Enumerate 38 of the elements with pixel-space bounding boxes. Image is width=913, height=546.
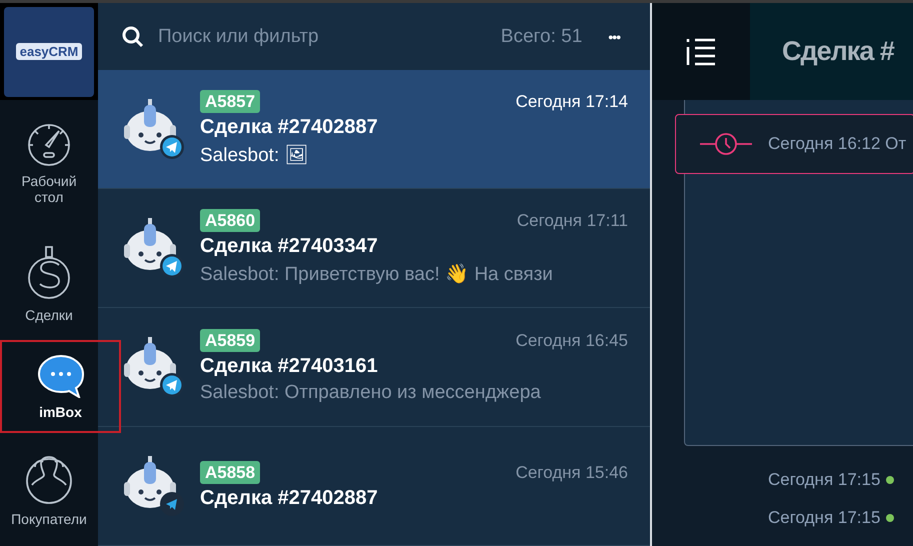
chat-id-badge: A5857 [200,90,260,112]
clock-icon [700,132,752,156]
speedometer-icon [27,123,71,167]
nav-item[interactable]: Покупатели [0,433,98,543]
message-time: Сегодня 17:15 [768,470,880,490]
chat-title: Сделка #27403347 [200,234,379,258]
message-time: Сегодня 17:15 [768,508,880,528]
chat-row[interactable]: A5858 Сегодня 15:46 Сделка #27402887 [98,427,650,546]
more-button[interactable]: ••• [608,28,620,44]
total-count: Всего: 51 [500,26,582,48]
robot-avatar-icon [122,97,186,161]
chat-time: Сегодня 15:46 [516,462,628,482]
chat-preview: Salesbot: Отправлено из мессенджера [200,382,542,404]
chat-id-badge: A5859 [200,328,260,352]
chat-row[interactable]: A5860 Сегодня 17:11 Сделка #27403347 Salesbot: Приветствую вас! 👋 На связи [98,189,650,308]
nav-item[interactable]: imBox [0,340,121,433]
nav-item[interactable]: Сделки [0,228,98,340]
chat-time: Сегодня 16:45 [516,330,628,350]
dollar-icon [27,245,71,301]
chat-title: Сделка #27402887 [200,116,379,138]
event-text: Сегодня 16:12 От [768,134,906,154]
chat-preview: Salesbot: 🖼 [200,144,310,166]
chat-title: Сделка #27402887 [200,486,379,510]
chat-row[interactable]: A5857 Сегодня 17:14 Сделка #27402887 Salesbot: 🖼 [98,70,650,189]
chat-title: Сделка #27403161 [200,354,379,378]
chat-preview: Salesbot: Приветствую вас! 👋 На связи [200,262,554,286]
search-field[interactable]: Поиск или фильтр [156,24,489,48]
chat-row[interactable]: A5859 Сегодня 16:45 Сделка #27403161 Salesbot: Отправлено из мессенджера [98,308,650,427]
deal-title: Сделка # [750,3,913,100]
chat-bubble-icon [36,354,84,398]
chat-id-badge: A5860 [200,208,260,232]
logo-text: easyCRM [16,43,82,60]
nav-item[interactable]: Рабочий стол [0,100,98,228]
chat-id-badge: A5858 [200,460,260,484]
chat-time: Сегодня 17:11 [516,210,628,230]
chat-time: Сегодня 17:14 [516,92,628,112]
search-icon [122,26,144,48]
list-icon[interactable] [686,38,716,66]
